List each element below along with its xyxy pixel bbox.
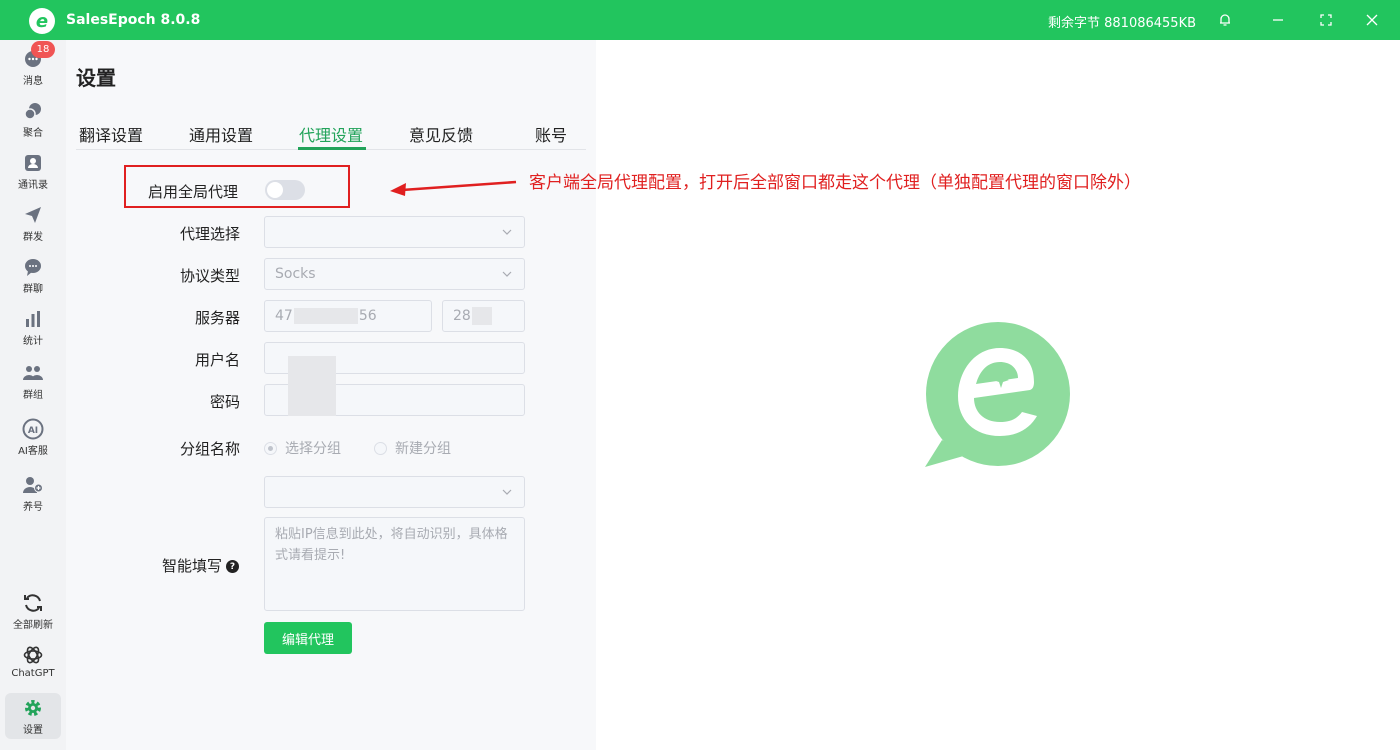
protocol-label: 协议类型	[180, 267, 241, 285]
app-logo-large	[922, 320, 1072, 474]
toggle-knob	[267, 182, 283, 198]
settings-tabs: 翻译设置 通用设置 代理设置 意见反馈 账号	[76, 118, 586, 150]
app-logo: e	[29, 8, 55, 34]
server-host-input[interactable]: 47 56	[264, 300, 432, 332]
minimize-icon[interactable]	[1268, 10, 1288, 30]
radio-new-group[interactable]: 新建分组	[374, 438, 451, 458]
app-title: SalesEpoch 8.0.8	[66, 12, 201, 28]
nav-item-groups[interactable]: 群组	[0, 362, 66, 401]
tab-translation[interactable]: 翻译设置	[79, 122, 143, 146]
gear-icon	[22, 697, 44, 719]
title-bar: e SalesEpoch 8.0.8 剩余字节 881086455KB	[0, 0, 1400, 40]
nav-label-settings: 设置	[23, 725, 43, 736]
tab-feedback[interactable]: 意见反馈	[409, 122, 473, 146]
redacted-credentials	[288, 356, 336, 416]
nav-item-broadcast[interactable]: 群发	[0, 204, 66, 243]
group-name-label: 分组名称	[180, 440, 241, 458]
nav-item-statistics[interactable]: 统计	[0, 308, 66, 347]
chatgpt-icon	[22, 644, 44, 666]
radio-select-group[interactable]: 选择分组	[264, 438, 341, 458]
smart-fill-label-text: 智能填写	[162, 557, 223, 575]
user-plus-icon	[22, 474, 44, 496]
server-port-input[interactable]: 28	[442, 300, 525, 332]
nav-item-chatgpt[interactable]: ChatGPT	[0, 644, 66, 679]
smart-fill-label: 智能填写?	[162, 555, 240, 576]
contacts-icon	[22, 152, 44, 174]
radio-dot	[374, 441, 387, 455]
nav-label-groups: 群组	[23, 390, 43, 401]
page-title: 设置	[76, 66, 116, 90]
ai-icon: AI	[22, 418, 44, 440]
nav-label-messages: 消息	[23, 76, 43, 87]
users-icon	[22, 362, 44, 384]
server-host-prefix: 47	[275, 308, 293, 324]
global-proxy-label: 启用全局代理	[148, 183, 239, 201]
server-port-prefix: 28	[453, 308, 471, 324]
svg-text:AI: AI	[28, 426, 38, 436]
tab-account[interactable]: 账号	[535, 122, 567, 146]
protocol-value: Socks	[275, 266, 316, 282]
group-chat-icon	[22, 256, 44, 278]
edit-proxy-button[interactable]: 编辑代理	[264, 622, 352, 654]
group-select[interactable]	[264, 476, 525, 508]
radio-new-group-label: 新建分组	[395, 441, 451, 457]
smart-fill-textarea[interactable]: 粘贴IP信息到此处，将自动识别，具体格式请看提示!	[264, 517, 525, 611]
server-host-suffix: 56	[358, 308, 377, 324]
annotation-text: 客户端全局代理配置，打开后全部窗口都走这个代理（单独配置代理的窗口除外）	[529, 173, 1141, 193]
proxy-select[interactable]	[264, 216, 525, 248]
redacted-port	[471, 307, 492, 325]
nav-item-refresh-all[interactable]: 全部刷新	[0, 592, 66, 631]
app-logo-large-icon	[925, 322, 1070, 467]
proxy-select-label: 代理选择	[180, 225, 241, 243]
nav-item-contacts[interactable]: 通讯录	[0, 152, 66, 191]
nav-item-group-chat[interactable]: 群聊	[0, 256, 66, 295]
nav-label-group-chat: 群聊	[23, 284, 43, 295]
close-icon[interactable]	[1362, 10, 1382, 30]
maximize-icon[interactable]	[1316, 10, 1336, 30]
nav-label-contacts: 通讯录	[18, 180, 48, 191]
radio-dot	[264, 441, 277, 455]
send-icon	[22, 204, 44, 226]
username-label: 用户名	[195, 351, 241, 369]
nav-item-settings[interactable]: 设置	[5, 693, 61, 739]
settings-panel: 设置 翻译设置 通用设置 代理设置 意见反馈 账号 启用全局代理 代理选择 协议…	[66, 40, 596, 750]
active-tab-indicator	[298, 147, 366, 150]
nav-label-statistics: 统计	[23, 336, 43, 347]
chevron-down-icon	[502, 229, 512, 235]
nav-label-refresh-all: 全部刷新	[13, 620, 53, 631]
nav-label-aggregate: 聚合	[23, 128, 43, 139]
redacted-host	[293, 308, 358, 324]
tab-general[interactable]: 通用设置	[189, 122, 253, 146]
nav-item-aggregate[interactable]: 聚合	[0, 100, 66, 139]
bell-icon[interactable]	[1215, 10, 1235, 30]
protocol-select[interactable]: Socks	[264, 258, 525, 290]
nav-item-ai-service[interactable]: AI AI客服	[0, 418, 66, 457]
bar-chart-icon	[22, 308, 44, 330]
nav-label-broadcast: 群发	[23, 232, 43, 243]
nav-label-ai-service: AI客服	[18, 446, 48, 457]
left-sidebar: 消息 聚合 通讯录 群发 群聊 统计 群组 AI AI客服 养号 全部刷新 Ch…	[0, 40, 66, 750]
nav-item-account-nurture[interactable]: 养号	[0, 474, 66, 513]
help-icon[interactable]: ?	[226, 560, 240, 573]
annotation-arrow	[390, 180, 517, 196]
remaining-bytes: 剩余字节 881086455KB	[1048, 16, 1197, 31]
server-label: 服务器	[195, 309, 241, 327]
global-proxy-toggle[interactable]	[265, 180, 305, 200]
chevron-down-icon	[502, 271, 512, 277]
nav-label-chatgpt: ChatGPT	[11, 668, 55, 679]
refresh-icon	[22, 592, 44, 614]
radio-select-group-label: 选择分组	[285, 441, 341, 457]
chevron-down-icon	[502, 489, 512, 495]
tab-proxy[interactable]: 代理设置	[299, 122, 363, 146]
nav-label-account-nurture: 养号	[23, 502, 43, 513]
unread-badge: 18	[31, 41, 55, 58]
aggregate-chat-icon	[22, 100, 44, 122]
password-label: 密码	[210, 393, 241, 411]
